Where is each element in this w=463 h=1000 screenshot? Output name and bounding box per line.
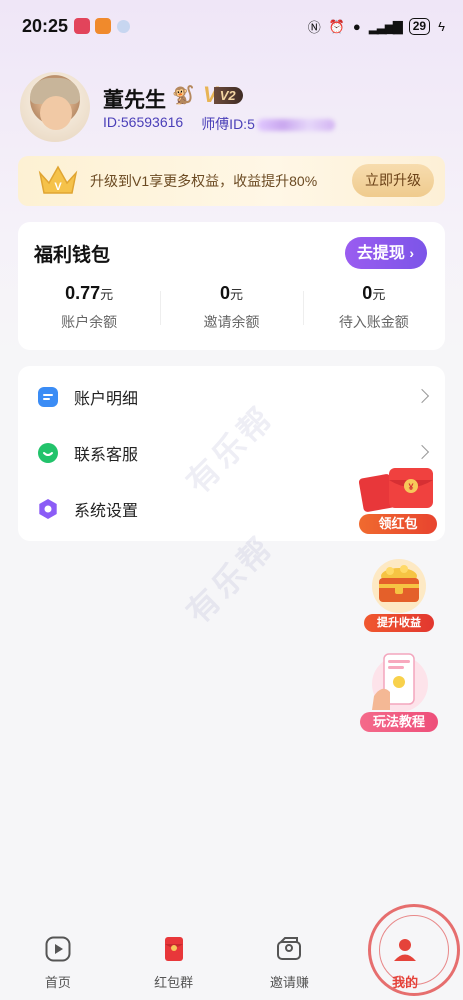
withdraw-button[interactable]: 去提现 ›	[344, 237, 427, 269]
upgrade-text: 升级到V1享更多权益，收益提升80%	[90, 173, 318, 189]
settings-icon	[38, 499, 58, 519]
stat-invite-balance[interactable]: 0元 邀请余额	[160, 283, 302, 332]
upgrade-button[interactable]: 立即升级	[352, 164, 434, 197]
alarm-icon: ⏰	[328, 18, 345, 34]
redacted-mask	[256, 119, 335, 132]
signal-icon: ▂▃▅▇	[368, 18, 403, 34]
wallet-icon	[276, 936, 302, 962]
float-label: 玩法教程	[360, 712, 438, 732]
nav-label: 首页	[44, 975, 71, 990]
chat-icon	[38, 443, 58, 463]
id-row: ID:56593616 师傅ID:5	[103, 114, 335, 134]
stat-label: 邀请余额	[203, 314, 260, 330]
nav-label: 红包群	[154, 975, 194, 990]
stat-pending-amount[interactable]: 0元 待入账金额	[302, 283, 445, 332]
wallet-title: 福利钱包	[34, 245, 111, 266]
monkey-icon: 🐒	[172, 85, 195, 105]
red-packet-icon: ¥	[358, 468, 433, 512]
vip-level: V2	[213, 86, 243, 104]
menu-label: 系统设置	[74, 503, 139, 520]
master-id: 师傅ID:5	[201, 114, 335, 134]
chevron-right-icon: ›	[409, 245, 414, 261]
stat-account-balance[interactable]: 0.77元 账户余额	[18, 283, 160, 332]
upgrade-banner[interactable]: V 升级到V1享更多权益，收益提升80% 立即升级	[18, 156, 445, 206]
stamp-watermark	[368, 904, 460, 996]
status-time: 20:25	[22, 16, 69, 36]
red-envelope-icon	[161, 936, 187, 962]
treasure-chest-icon	[372, 559, 426, 613]
app-notification-icon	[74, 18, 90, 34]
stat-value: 0	[362, 283, 373, 303]
user-id[interactable]: ID:56593616	[103, 114, 183, 134]
master-id-text: 师傅ID:5	[201, 116, 255, 132]
float-label: 提升收益	[364, 614, 434, 632]
svg-text:¥: ¥	[408, 482, 413, 492]
withdraw-label: 去提现	[356, 245, 405, 262]
app-notification-icon	[117, 20, 130, 33]
stat-unit: 元	[372, 287, 386, 302]
menu-label: 账户明细	[74, 391, 139, 408]
stat-label: 待入账金额	[338, 314, 409, 330]
vip-badge[interactable]: V V2	[203, 84, 243, 106]
play-icon	[45, 936, 71, 962]
phone-guide-icon	[372, 653, 428, 712]
battery-icon: 29	[408, 18, 431, 35]
stat-value: 0	[219, 283, 230, 303]
username: 董先生	[103, 89, 166, 112]
float-label: 领红包	[359, 514, 437, 534]
nfc-icon: Ⓝ	[307, 20, 321, 35]
avatar[interactable]	[20, 72, 90, 142]
stat-label: 账户余额	[61, 314, 118, 330]
tutorial-float-button[interactable]: 玩法教程	[360, 652, 438, 732]
svg-text:V: V	[54, 181, 62, 193]
wallet-card: 福利钱包 去提现 › 0.77元 账户余额 0元 邀请余额 0元 待入账金额	[18, 222, 445, 350]
nav-home[interactable]: 首页	[0, 910, 116, 1000]
nav-invite[interactable]: 邀请赚	[232, 910, 348, 1000]
stat-unit: 元	[229, 287, 243, 302]
chevron-right-icon	[414, 444, 430, 460]
nav-label: 邀请赚	[269, 975, 309, 990]
crown-icon: V	[36, 163, 80, 199]
chevron-right-icon	[414, 388, 430, 404]
list-icon	[38, 387, 58, 407]
boost-earnings-float-button[interactable]: 提升收益	[364, 558, 434, 632]
app-notification-icon	[95, 18, 111, 34]
charging-icon: ϟ	[438, 19, 445, 34]
location-icon: ●	[352, 19, 361, 34]
nav-red-packet-group[interactable]: 红包群	[116, 910, 232, 1000]
stat-value: 0.77	[65, 283, 101, 303]
red-packet-float-button[interactable]: ¥ 领红包	[358, 464, 437, 534]
stat-unit: 元	[100, 287, 114, 302]
menu-label: 联系客服	[74, 447, 139, 464]
status-bar: 20:25 Ⓝ ⏰ ● ▂▃▅▇ 29 ϟ	[0, 0, 463, 52]
wallet-stats: 0.77元 账户余额 0元 邀请余额 0元 待入账金额	[18, 283, 445, 332]
